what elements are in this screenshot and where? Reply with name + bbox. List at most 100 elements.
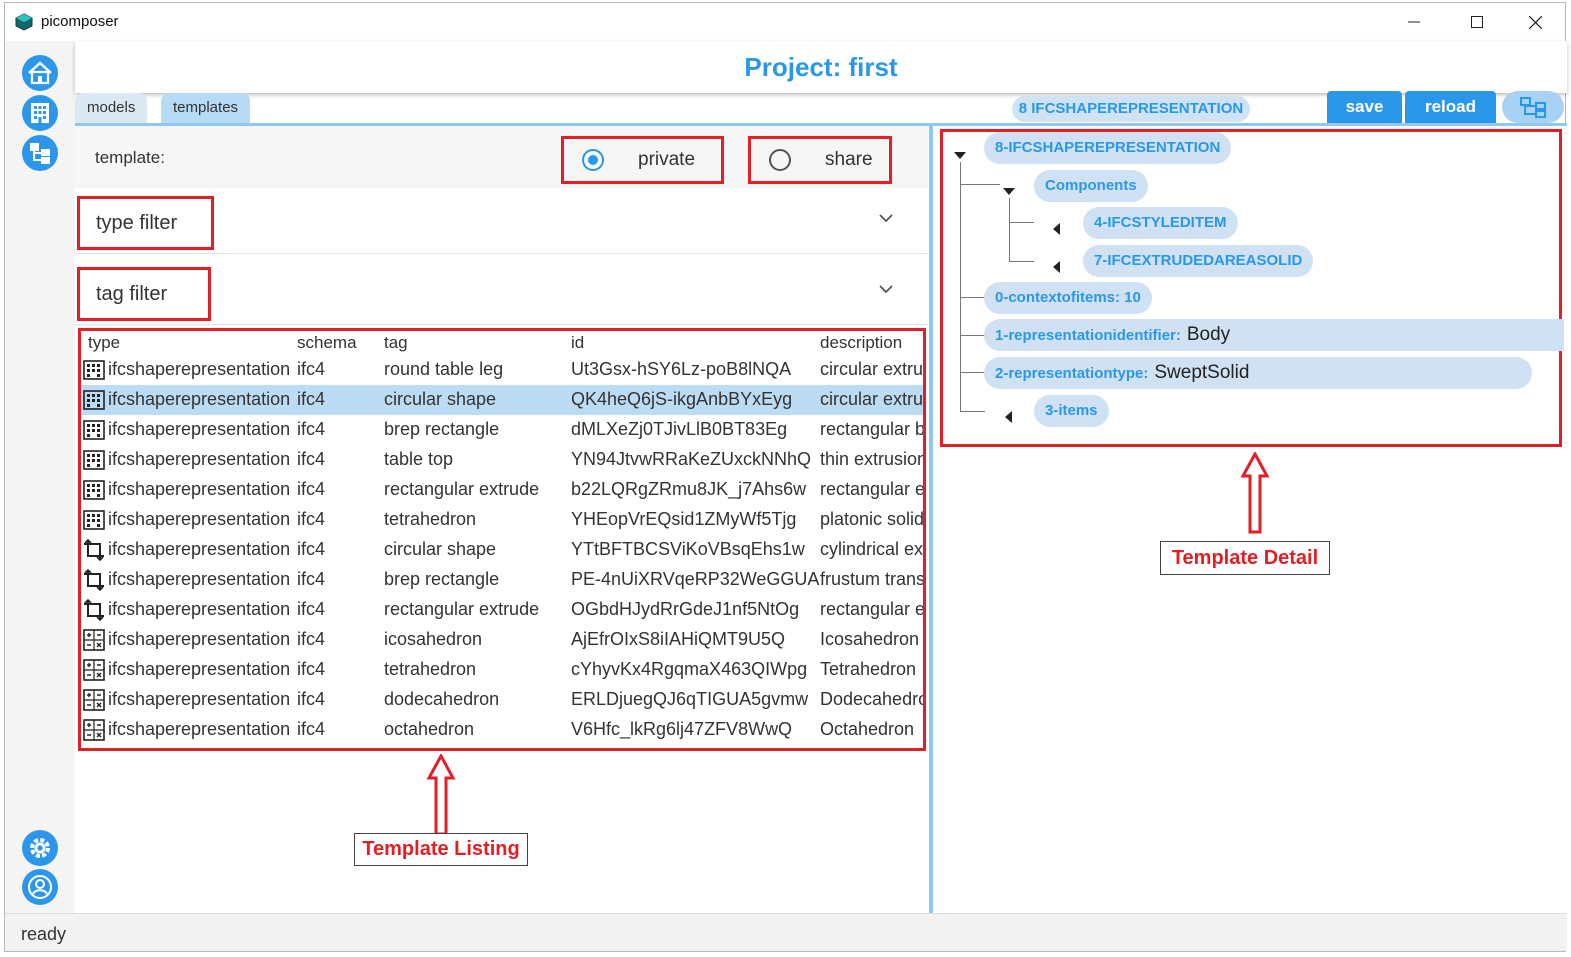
cell-type: ifcshaperepresentation — [108, 629, 291, 649]
cell-schema: ifc4 — [297, 419, 326, 439]
reload-button[interactable]: reload — [1405, 91, 1496, 123]
table-row[interactable]: ifcshaperepresentation ifc4 rectangular ex… — [81, 475, 923, 505]
crop-arrows-icon — [84, 599, 104, 621]
buildings-button[interactable] — [22, 95, 58, 131]
tree-node-representationidentifier[interactable]: 1-representationidentifier: Body — [984, 319, 1564, 351]
tree-line — [1009, 261, 1034, 262]
account-button[interactable] — [22, 869, 58, 905]
cell-schema: ifc4 — [297, 509, 326, 529]
tag-filter-label: tag filter — [77, 267, 211, 321]
template-detail-pane: 8-IFCSHAPEREPRESENTATION Components 4-IF… — [933, 126, 1567, 913]
table-row[interactable]: ifcshaperepresentation ifc4 brep rectangle… — [81, 565, 923, 595]
save-button[interactable]: save — [1327, 91, 1402, 123]
tag-filter-panel[interactable]: tag filter — [75, 259, 928, 325]
collapse-toggle-icon[interactable] — [1053, 223, 1060, 235]
cell-schema: ifc4 — [297, 599, 326, 619]
detail-arrow-icon — [1240, 452, 1270, 534]
cell-description: platonic solid — [820, 509, 925, 529]
table-row[interactable]: ifcshaperepresentation ifc4 tetrahedron cYh… — [81, 655, 923, 685]
tree-node-root[interactable]: 8-IFCSHAPEREPRESENTATION — [984, 132, 1232, 164]
cell-id: YTtBFTBCSViKoVBsqEhs1w — [571, 539, 805, 559]
column-header-id[interactable]: id — [571, 333, 584, 353]
table-row[interactable]: ifcshaperepresentation ifc4 octahedron V6Hf… — [81, 715, 923, 745]
cell-description: frustum transl — [820, 569, 926, 589]
tree-structure-icon — [30, 143, 50, 164]
home-button[interactable] — [22, 55, 58, 91]
table-row[interactable]: ifcshaperepresentation ifc4 round table le… — [81, 355, 923, 385]
page-title: Project: first — [744, 52, 898, 82]
close-button[interactable] — [1513, 9, 1557, 35]
table-row[interactable]: ifcshaperepresentation ifc4 dodecahedron ER… — [81, 685, 923, 715]
private-radio[interactable] — [582, 149, 604, 171]
table-row[interactable]: ifcshaperepresentation ifc4 tetrahedron YHE… — [81, 505, 923, 535]
table-row[interactable]: ifcshaperepresentation ifc4 icosahedron AjE… — [81, 625, 923, 655]
cell-id: b22LQRgZRmu8JK_j7Ahs6w — [571, 479, 807, 499]
cell-type: ifcshaperepresentation — [108, 389, 291, 409]
cell-tag: icosahedron — [384, 629, 483, 649]
template-scope-row: template: private share — [75, 126, 928, 188]
tree-line — [1009, 198, 1010, 262]
cell-schema: ifc4 — [297, 389, 326, 409]
share-radio-option[interactable]: share — [748, 136, 892, 184]
app-logo-icon — [15, 13, 33, 31]
tree-node-components[interactable]: Components — [1034, 170, 1148, 202]
cell-type: ifcshaperepresentation — [108, 539, 291, 559]
calculator-icon — [83, 689, 105, 711]
private-radio-option[interactable]: private — [561, 136, 724, 184]
cell-description: Tetrahedron — [820, 659, 917, 679]
cell-tag: tetrahedron — [384, 509, 477, 529]
cell-schema: ifc4 — [297, 449, 326, 469]
hierarchy-button[interactable] — [22, 135, 58, 171]
cell-type: ifcshaperepresentation — [108, 689, 291, 709]
cell-tag: table top — [384, 449, 454, 469]
cell-id: YHEopVrEQsid1ZMyWf5Tjg — [571, 509, 797, 529]
tree-node-items[interactable]: 3-items — [1034, 395, 1109, 427]
cell-schema: ifc4 — [297, 539, 326, 559]
table-row[interactable]: ifcshaperepresentation ifc4 circular shape… — [81, 385, 923, 415]
cell-id: ERLDjuegQJ6qTIGUA5gvmw — [571, 689, 809, 709]
status-text: ready — [21, 924, 67, 944]
cell-schema: ifc4 — [297, 479, 326, 499]
collapse-toggle-icon[interactable] — [1053, 261, 1060, 273]
tree-node-contextofitems[interactable]: 0-contextofitems: 10 — [984, 282, 1152, 314]
tree-node-representationtype[interactable]: 2-representationtype: SweptSolid — [984, 357, 1532, 389]
building-grid-icon — [83, 390, 105, 410]
table-row[interactable]: ifcshaperepresentation ifc4 rectangular ex… — [81, 595, 923, 625]
cell-description: circular extrusi — [820, 359, 926, 379]
maximize-button[interactable] — [1455, 9, 1499, 35]
chevron-down-icon[interactable] — [878, 210, 894, 226]
cell-id: dMLXeZj0TJivLlB0BT83Eg — [571, 419, 788, 439]
cell-id: V6Hfc_lkRg6lj47ZFV8WwQ — [571, 719, 793, 739]
cell-tag: circular shape — [384, 539, 497, 559]
expand-toggle-icon[interactable] — [954, 152, 966, 159]
share-radio-label: share — [825, 149, 873, 170]
tree-node-styleditem[interactable]: 4-IFCSTYLEDITEM — [1083, 207, 1238, 239]
template-tree: 8-IFCSHAPEREPRESENTATION Components 4-IF… — [940, 129, 1564, 447]
share-radio[interactable] — [769, 149, 791, 171]
column-header-description[interactable]: description — [820, 333, 902, 353]
table-row[interactable]: ifcshaperepresentation ifc4 circular shape… — [81, 535, 923, 565]
tab-models[interactable]: models — [75, 93, 148, 123]
column-header-tag[interactable]: tag — [384, 333, 408, 353]
expand-toggle-icon[interactable] — [1003, 188, 1015, 195]
chevron-down-icon[interactable] — [878, 281, 894, 297]
tree-line — [960, 335, 985, 336]
type-filter-label: type filter — [77, 196, 214, 250]
breadcrumb[interactable]: 8 IFCSHAPEREPRESENTATION — [1012, 96, 1250, 122]
calculator-icon — [83, 719, 105, 741]
column-header-schema[interactable]: schema — [297, 333, 357, 353]
settings-button[interactable] — [22, 830, 58, 866]
property-value: Body — [1186, 324, 1231, 345]
collapse-toggle-icon[interactable] — [1005, 411, 1012, 423]
building-grid-icon — [83, 420, 105, 440]
table-row[interactable]: ifcshaperepresentation ifc4 table top YN94J… — [81, 445, 923, 475]
tree-node-extrudedareasolid[interactable]: 7-IFCEXTRUDEDAREASOLID — [1083, 245, 1314, 277]
cell-description: Icosahedron — [820, 629, 920, 649]
building-grid-icon — [83, 450, 105, 470]
minimize-button[interactable] — [1392, 9, 1436, 35]
column-header-type[interactable]: type — [88, 333, 120, 353]
layout-toggle-button[interactable] — [1502, 91, 1564, 123]
type-filter-panel[interactable]: type filter — [75, 188, 928, 254]
tab-templates[interactable]: templates — [161, 93, 251, 123]
table-row[interactable]: ifcshaperepresentation ifc4 brep rectangle… — [81, 415, 923, 445]
